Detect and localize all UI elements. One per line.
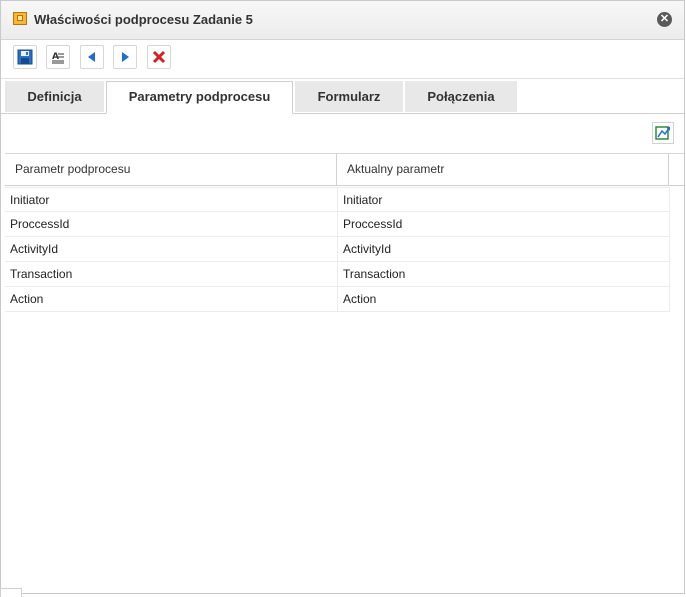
toolbar: A (1, 40, 684, 79)
tab-formularz[interactable]: Formularz (295, 81, 403, 112)
tab-label: Definicja (27, 89, 82, 104)
export-icon (655, 126, 670, 140)
delete-icon (152, 50, 166, 64)
format-button[interactable]: A (46, 45, 70, 69)
table-row[interactable]: Action Action (5, 287, 670, 312)
tab-label: Połączenia (427, 89, 495, 104)
tab-bar: Definicja Parametry podprocesu Formularz… (1, 79, 684, 114)
cell-subprocess-param: Initiator (5, 188, 338, 212)
next-button[interactable] (113, 45, 137, 69)
tab-polaczenia[interactable]: Połączenia (405, 81, 517, 112)
cell-actual-param: ProccessId (338, 212, 670, 236)
save-button[interactable] (13, 45, 37, 69)
table-row[interactable]: ActivityId ActivityId (5, 237, 670, 262)
save-icon (17, 49, 33, 65)
grid-toolbar (1, 114, 684, 152)
dialog-title: Właściwości podprocesu Zadanie 5 (34, 12, 253, 27)
tab-label: Formularz (317, 89, 381, 104)
tab-definicja[interactable]: Definicja (5, 81, 104, 112)
subprocess-icon (13, 12, 27, 25)
cell-actual-param: Initiator (338, 188, 670, 212)
cell-subprocess-param: Action (5, 287, 338, 311)
column-header-parametr-podprocesu[interactable]: Parametr podprocesu (5, 154, 337, 185)
cell-actual-param: ActivityId (338, 237, 670, 261)
delete-button[interactable] (147, 45, 171, 69)
table-row[interactable]: Transaction Transaction (5, 262, 670, 287)
resize-grip[interactable] (0, 588, 22, 597)
previous-button[interactable] (80, 45, 104, 69)
cell-subprocess-param: ActivityId (5, 237, 338, 261)
cell-actual-param: Transaction (338, 262, 670, 286)
tab-label: Parametry podprocesu (128, 89, 271, 104)
export-button[interactable] (652, 122, 674, 144)
subprocess-properties-dialog: Właściwości podprocesu Zadanie 5 ✕ A Def… (0, 0, 685, 594)
cell-subprocess-param: ProccessId (5, 212, 338, 236)
table-body: Initiator Initiator ProccessId ProccessI… (5, 187, 670, 312)
title-bar[interactable]: Właściwości podprocesu Zadanie 5 ✕ (1, 1, 684, 40)
table-row[interactable]: Initiator Initiator (5, 187, 670, 212)
table-header: Parametr podprocesu Aktualny parametr (5, 153, 684, 186)
arrow-right-icon (122, 52, 129, 62)
close-icon[interactable]: ✕ (657, 12, 672, 27)
table-row[interactable]: ProccessId ProccessId (5, 212, 670, 237)
cell-actual-param: Action (338, 287, 670, 311)
arrow-left-icon (88, 52, 95, 62)
column-header-aktualny-parametr[interactable]: Aktualny parametr (337, 154, 669, 185)
tab-parametry-podprocesu[interactable]: Parametry podprocesu (106, 81, 293, 114)
text-format-icon: A (52, 52, 64, 64)
cell-subprocess-param: Transaction (5, 262, 338, 286)
